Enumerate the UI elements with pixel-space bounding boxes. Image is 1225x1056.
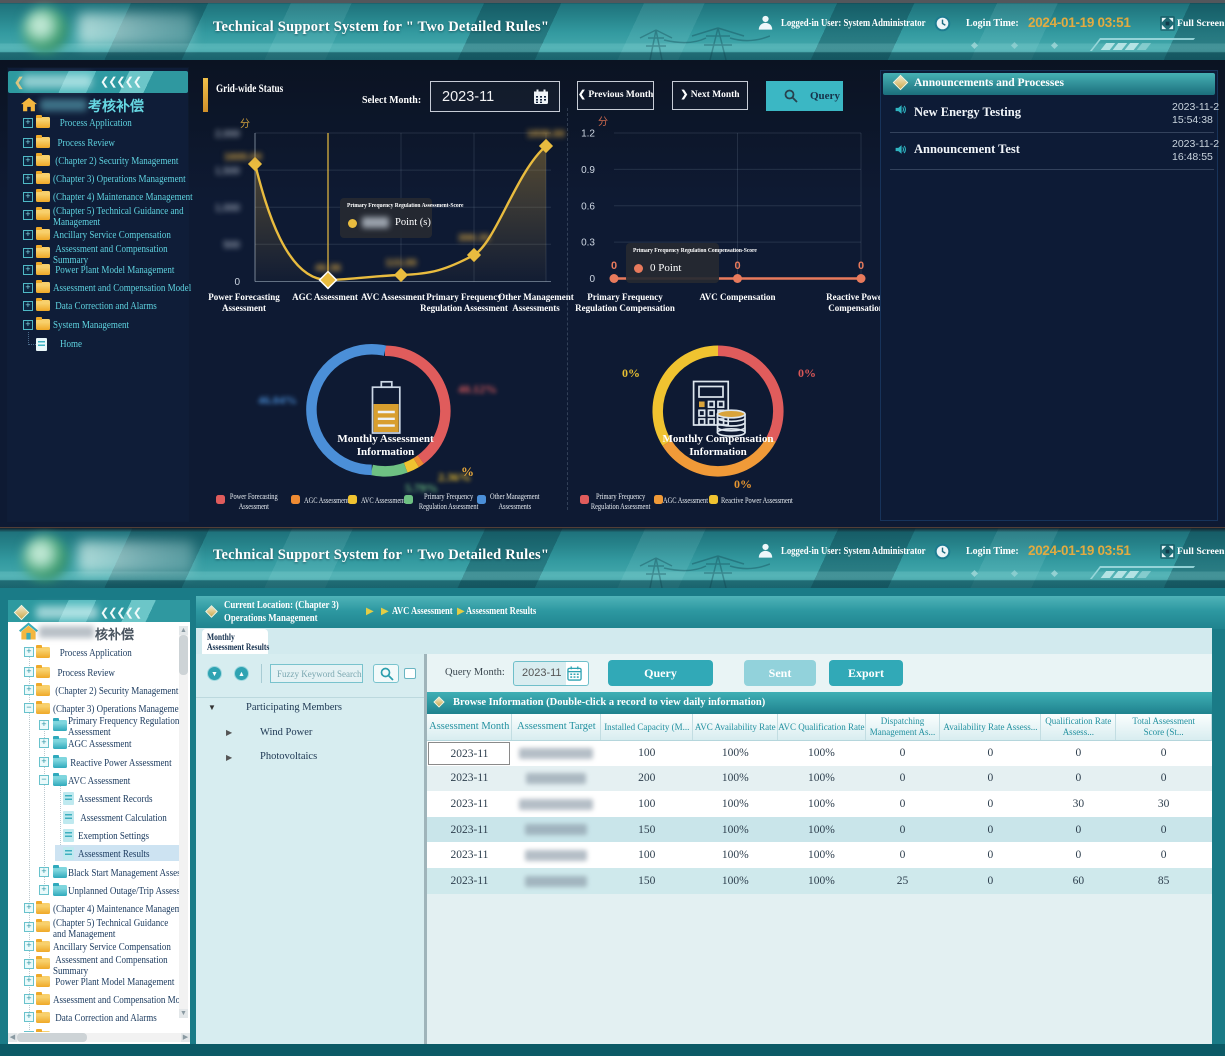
svg-text:1,000: 1,000 xyxy=(215,203,240,214)
svg-text:500: 500 xyxy=(223,240,240,251)
svg-text:1600.00: 1600.00 xyxy=(224,151,262,163)
svg-text:0.3: 0.3 xyxy=(581,238,595,249)
svg-text:Reactive Power: Reactive Power xyxy=(826,292,880,302)
svg-text:Regulation Assessment: Regulation Assessment xyxy=(420,303,508,313)
svg-text:AGC Assessment: AGC Assessment xyxy=(292,292,358,302)
svg-text:AVC Assessment: AVC Assessment xyxy=(361,292,425,302)
svg-text:Compensation: Compensation xyxy=(828,303,880,313)
svg-text:1,500: 1,500 xyxy=(215,166,240,177)
svg-text:46.36: 46.36 xyxy=(315,262,341,274)
svg-text:Power Forecasting: Power Forecasting xyxy=(208,292,280,302)
svg-text:0.9: 0.9 xyxy=(581,165,595,176)
svg-text:0: 0 xyxy=(858,260,864,272)
svg-text:Assessment: Assessment xyxy=(222,303,266,313)
svg-text:0: 0 xyxy=(234,277,240,288)
svg-text:Primary Frequency: Primary Frequency xyxy=(587,292,663,302)
svg-text:398.35: 398.35 xyxy=(458,232,490,244)
svg-text:0.6: 0.6 xyxy=(581,201,595,212)
svg-text:0: 0 xyxy=(611,260,617,272)
svg-text:1.2: 1.2 xyxy=(581,129,595,140)
svg-text:Regulation Compensation: Regulation Compensation xyxy=(575,303,675,313)
svg-text:Assessments: Assessments xyxy=(512,303,560,313)
svg-text:0: 0 xyxy=(589,274,595,285)
svg-text:AVC Compensation: AVC Compensation xyxy=(699,292,775,302)
svg-text:0: 0 xyxy=(734,260,740,272)
svg-text:2,000: 2,000 xyxy=(215,129,240,140)
svg-text:115.00: 115.00 xyxy=(385,257,417,269)
svg-text:Primary Frequency: Primary Frequency xyxy=(426,292,502,302)
